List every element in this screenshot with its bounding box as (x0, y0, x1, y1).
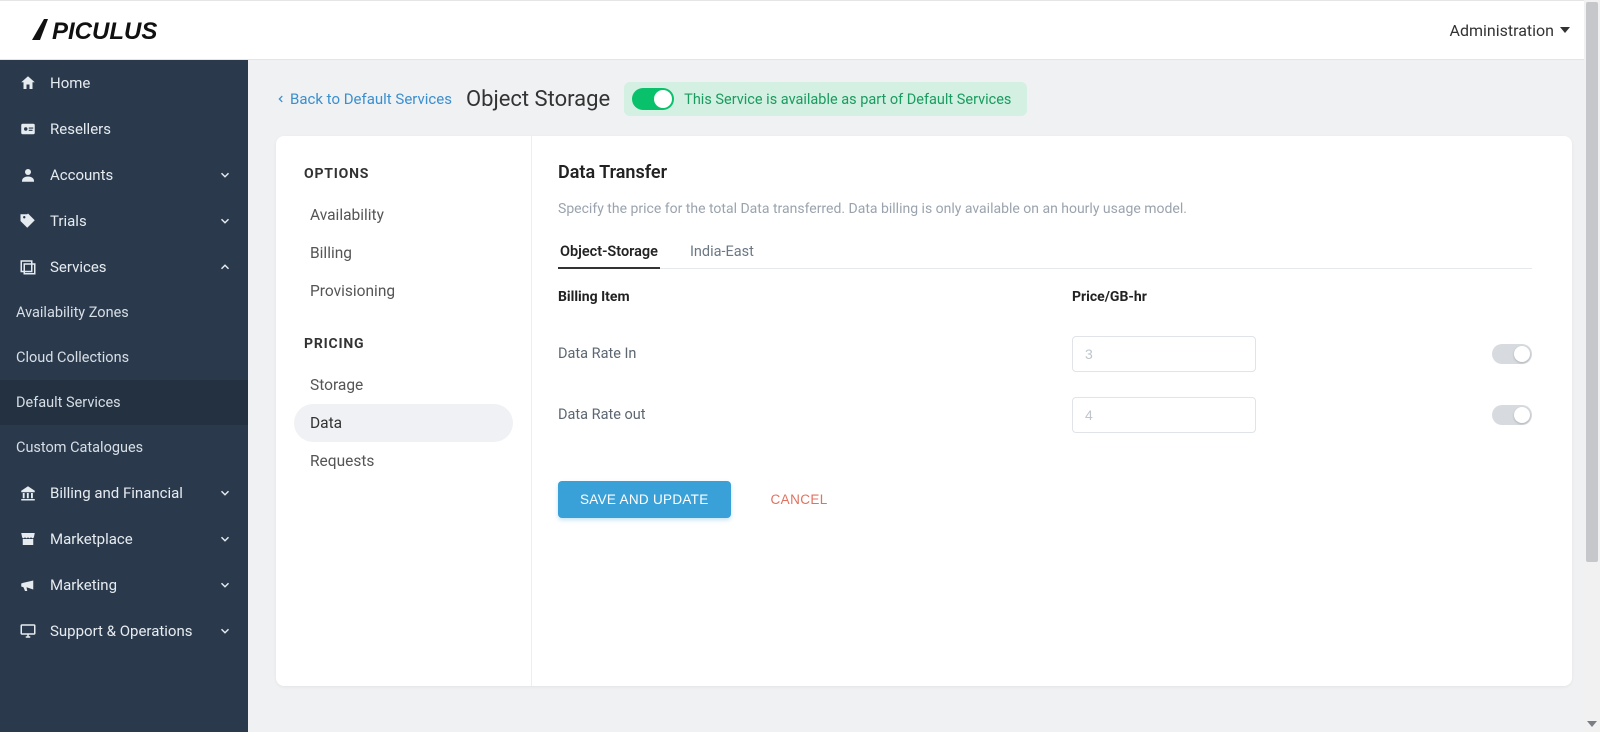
toggle-data-out[interactable] (1492, 405, 1532, 425)
price-input-data-in[interactable] (1072, 336, 1256, 372)
options-panel: OPTIONS Availability Billing Provisionin… (276, 136, 532, 686)
home-icon (16, 74, 40, 92)
sidebar-item-label: Billing and Financial (50, 484, 183, 502)
user-icon (16, 166, 40, 184)
option-data[interactable]: Data (294, 404, 513, 442)
tag-icon (16, 212, 40, 230)
row-label-data-in: Data Rate In (558, 323, 892, 384)
row-label-data-out: Data Rate out (558, 384, 892, 445)
section-title: Data Transfer (558, 162, 1532, 183)
sidebar-item-label: Marketplace (50, 530, 133, 548)
tab-object-storage[interactable]: Object-Storage (558, 235, 660, 268)
scroll-down-arrow-icon[interactable] (1587, 721, 1597, 727)
content-panel: Data Transfer Specify the price for the … (532, 136, 1572, 686)
save-button[interactable]: SAVE AND UPDATE (558, 481, 731, 518)
svg-text:PICULUS: PICULUS (52, 18, 157, 45)
col-header-price: Price/GB-hr (1072, 279, 1272, 323)
chevron-down-icon (218, 532, 232, 546)
scrollbar[interactable] (1584, 0, 1600, 732)
service-status-pill: This Service is available as part of Def… (624, 82, 1027, 116)
location-tabs: Object-Storage India-East (558, 235, 1532, 269)
badge-icon (16, 120, 40, 138)
option-storage[interactable]: Storage (294, 366, 513, 404)
pricing-heading: PRICING (304, 336, 513, 352)
chevron-down-icon (218, 578, 232, 592)
chevron-down-icon (218, 168, 232, 182)
sidebar-subitem-default-services[interactable]: Default Services (0, 380, 248, 425)
megaphone-icon (16, 576, 40, 594)
sidebar-subitem-availability-zones[interactable]: Availability Zones (0, 290, 248, 335)
chevron-down-icon (218, 214, 232, 228)
sidebar-item-label: Services (50, 258, 107, 276)
sidebar-item-accounts[interactable]: Accounts (0, 152, 248, 198)
col-header-item: Billing Item (558, 279, 892, 323)
store-icon (16, 530, 40, 548)
chevron-up-icon (218, 260, 232, 274)
sidebar-item-label: Marketing (50, 576, 117, 594)
sidebar-item-label: Home (50, 74, 90, 92)
sidebar-item-trials[interactable]: Trials (0, 198, 248, 244)
service-status-text: This Service is available as part of Def… (684, 91, 1011, 108)
sidebar-item-home[interactable]: Home (0, 60, 248, 106)
cancel-button[interactable]: CANCEL (771, 492, 828, 507)
layers-icon (16, 258, 40, 276)
admin-menu[interactable]: Administration (1450, 21, 1571, 40)
price-input-data-out[interactable] (1072, 397, 1256, 433)
content-card: OPTIONS Availability Billing Provisionin… (276, 136, 1572, 686)
monitor-icon (16, 622, 40, 640)
main-area: Back to Default Services Object Storage … (248, 60, 1600, 732)
brand-logo: PICULUS (30, 15, 210, 45)
option-provisioning[interactable]: Provisioning (294, 272, 513, 310)
pricing-grid: Billing Item Price/GB-hr Data Rate In Da… (558, 279, 1532, 445)
chevron-down-icon (218, 624, 232, 638)
sidebar-item-resellers[interactable]: Resellers (0, 106, 248, 152)
chevron-down-icon (218, 486, 232, 500)
tab-india-east[interactable]: India-East (688, 235, 756, 268)
form-actions: SAVE AND UPDATE CANCEL (558, 481, 1532, 518)
sidebar-subitem-custom-catalogues[interactable]: Custom Catalogues (0, 425, 248, 470)
chevron-left-icon (276, 92, 286, 106)
topbar: PICULUS Administration (0, 0, 1600, 60)
sidebar-item-marketing[interactable]: Marketing (0, 562, 248, 608)
sidebar-subitem-cloud-collections[interactable]: Cloud Collections (0, 335, 248, 380)
option-billing[interactable]: Billing (294, 234, 513, 272)
back-link-label: Back to Default Services (290, 90, 452, 108)
toggle-data-in[interactable] (1492, 344, 1532, 364)
bank-icon (16, 484, 40, 502)
option-availability[interactable]: Availability (294, 196, 513, 234)
options-heading: OPTIONS (304, 166, 513, 182)
sidebar: Home Resellers Accounts Trials (0, 60, 248, 732)
sidebar-item-label: Resellers (50, 120, 111, 138)
sidebar-item-marketplace[interactable]: Marketplace (0, 516, 248, 562)
service-enable-toggle[interactable] (632, 88, 674, 110)
sidebar-item-label: Accounts (50, 166, 113, 184)
sidebar-item-support-operations[interactable]: Support & Operations (0, 608, 248, 654)
sidebar-item-label: Support & Operations (50, 622, 193, 640)
page-header: Back to Default Services Object Storage … (248, 60, 1600, 130)
page-title: Object Storage (466, 87, 610, 112)
option-requests[interactable]: Requests (294, 442, 513, 480)
sidebar-item-billing-financial[interactable]: Billing and Financial (0, 470, 248, 516)
section-description: Specify the price for the total Data tra… (558, 201, 1532, 217)
scrollbar-thumb[interactable] (1586, 2, 1598, 562)
sidebar-item-services[interactable]: Services (0, 244, 248, 290)
caret-down-icon (1560, 27, 1570, 33)
sidebar-item-label: Trials (50, 212, 87, 230)
back-link[interactable]: Back to Default Services (276, 90, 452, 108)
admin-label: Administration (1450, 21, 1555, 40)
